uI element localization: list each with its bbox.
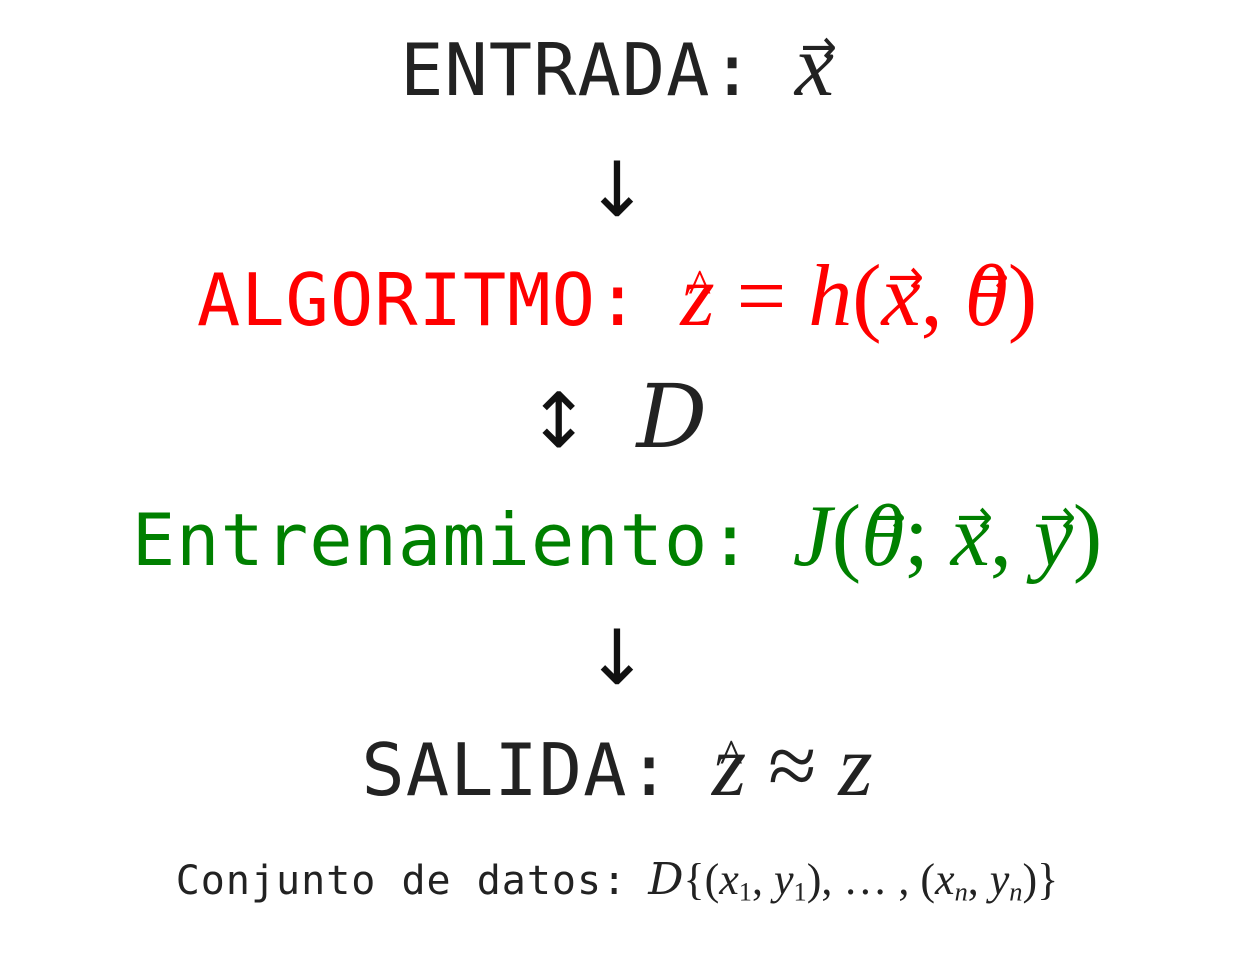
dataset-formula: D{(x1, y1), … , (xn, yn)}: [648, 854, 1059, 907]
training-label: Entrenamiento:: [131, 498, 753, 582]
input-label: ENTRADA:: [400, 28, 755, 112]
dataset-link: ↕ D: [0, 372, 1234, 468]
training-node: Entrenamiento: J(θ; x, y): [0, 492, 1234, 586]
output-label: SALIDA:: [361, 728, 672, 812]
algorithm-node: ALGORITMO: z = h(x, θ): [0, 252, 1234, 346]
dataset-definition: Conjunto de datos: D{(x1, y1), … , (xn, …: [0, 850, 1234, 922]
output-node: SALIDA: z ≈ z: [0, 722, 1234, 816]
input-formula: x: [773, 18, 834, 115]
output-formula: z ≈ z: [690, 718, 873, 815]
updown-arrow-icon: ↕: [526, 376, 591, 465]
algorithm-label: ALGORITMO:: [196, 258, 641, 342]
training-formula: J(θ; x, y): [771, 488, 1103, 585]
down-arrow-icon: ↓: [585, 613, 649, 702]
down-arrow-icon: ↓: [585, 145, 649, 234]
algorithm-formula: z = h(x, θ): [658, 248, 1037, 345]
dataset-symbol: D: [608, 365, 708, 468]
input-node: ENTRADA: x: [0, 22, 1234, 116]
dataset-label: Conjunto de datos:: [175, 858, 628, 904]
